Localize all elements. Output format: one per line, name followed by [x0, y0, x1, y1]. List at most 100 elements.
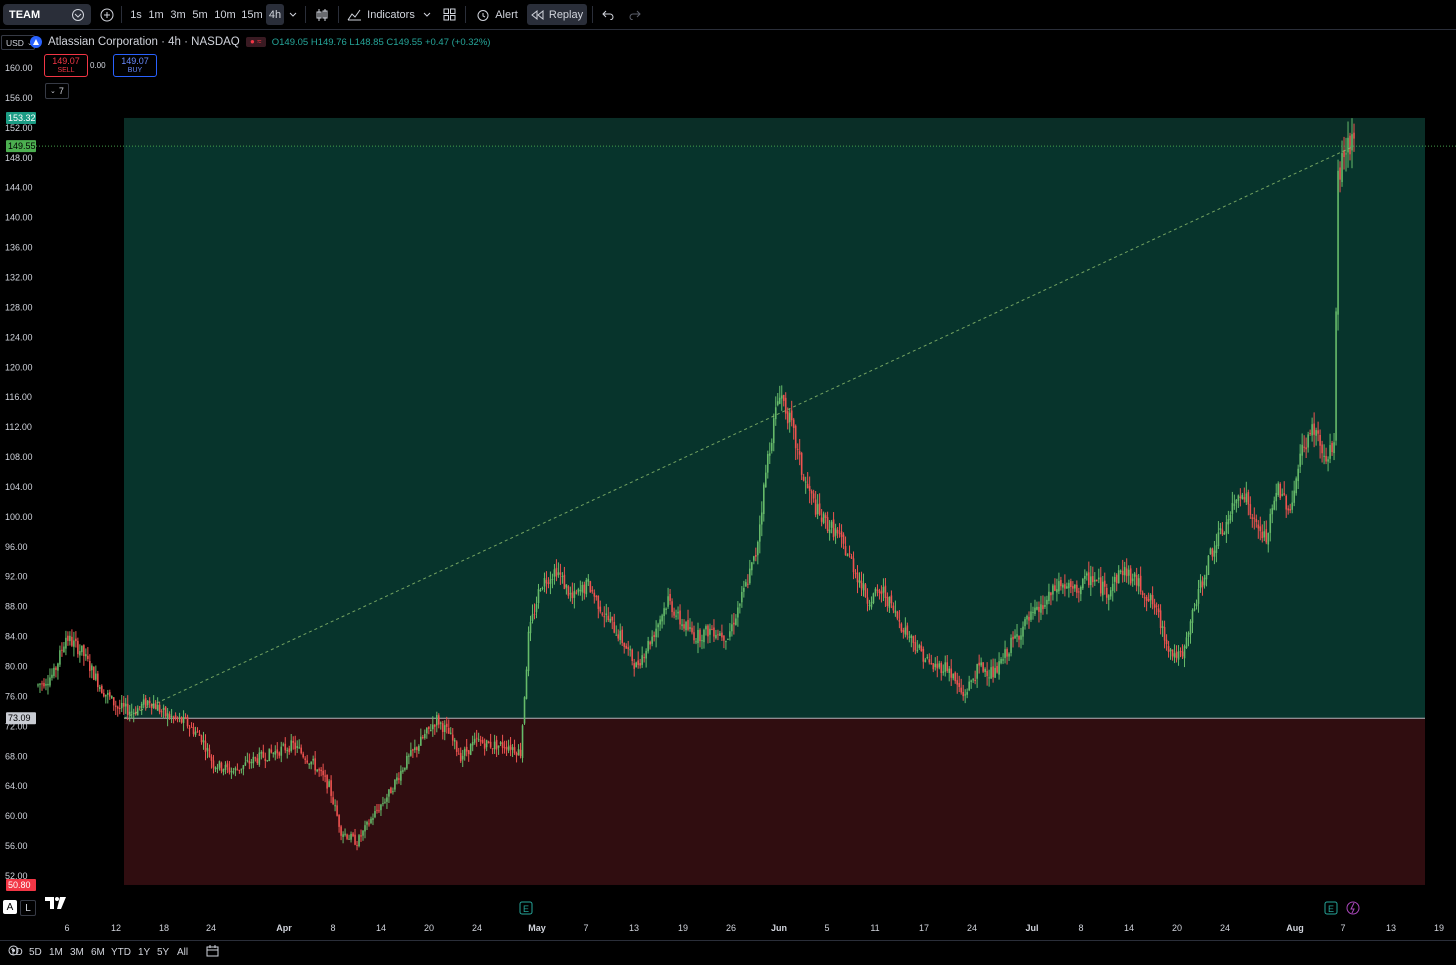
redo-icon[interactable] — [626, 4, 644, 25]
candle-body — [1223, 533, 1226, 535]
auto-scale-button[interactable]: A — [3, 900, 17, 914]
replay-button[interactable]: Replay — [527, 4, 587, 25]
candle-body — [99, 687, 101, 689]
interval-15m[interactable]: 15m — [240, 4, 264, 25]
candle-body — [144, 698, 147, 707]
layouts-icon[interactable] — [440, 4, 458, 25]
candle-body — [422, 737, 424, 739]
candles-icon[interactable] — [313, 4, 331, 25]
chevron-down-icon[interactable] — [286, 4, 300, 25]
add-symbol-icon[interactable] — [97, 4, 117, 25]
candle-body — [557, 572, 560, 576]
range-1m[interactable]: 1M — [49, 947, 63, 958]
interval-4h[interactable]: 4h — [266, 4, 284, 25]
candle-body — [356, 844, 358, 846]
indicators-collapse-button[interactable]: ⌄ 7 — [45, 83, 69, 99]
candle-body — [882, 586, 885, 593]
candle-body — [172, 716, 175, 718]
candle-body — [481, 739, 484, 744]
log-scale-button[interactable]: L — [20, 900, 36, 916]
y-tick-label: 76.00 — [5, 691, 28, 701]
candle-body — [126, 703, 129, 716]
candle-body — [766, 454, 769, 473]
candle-body — [206, 747, 209, 751]
interval-5m[interactable]: 5m — [190, 4, 210, 25]
candle-body — [878, 590, 881, 594]
candle-body — [270, 749, 273, 753]
candle-body — [376, 809, 378, 811]
range-5y[interactable]: 5Y — [157, 947, 169, 958]
candle-body — [743, 587, 745, 592]
candle-body — [653, 635, 655, 637]
candle-body — [41, 683, 43, 685]
candle-body — [1076, 584, 1078, 593]
candle-body — [118, 707, 121, 709]
sell-button[interactable]: 149.07 SELL — [44, 54, 88, 77]
candle-body — [946, 662, 949, 672]
candle-body — [615, 634, 618, 636]
candle-body — [1141, 592, 1144, 596]
candle-body — [1225, 521, 1228, 534]
x-tick-label: 11 — [870, 923, 879, 933]
candle-body — [479, 740, 482, 742]
candle-body — [850, 556, 853, 559]
candle-body — [220, 762, 223, 771]
chevron-down-icon[interactable] — [421, 4, 433, 25]
compare-icon[interactable] — [71, 8, 85, 22]
candle-body — [503, 747, 506, 749]
y-axis[interactable]: 160.00 156.00 152.00 148.00 144.00 140.00 136.… — [5, 63, 36, 891]
indicators-icon — [347, 9, 362, 21]
candle-body — [649, 641, 651, 645]
candle-body — [583, 584, 586, 594]
candle-body — [1056, 589, 1058, 593]
interval-10m[interactable]: 10m — [213, 4, 237, 25]
candle-body — [386, 797, 388, 802]
candle-body — [89, 661, 91, 671]
symbol-search[interactable]: TEAM — [3, 4, 91, 25]
candle-body — [866, 597, 869, 604]
range-6m[interactable]: 6M — [91, 947, 105, 958]
range-1y[interactable]: 1Y — [138, 947, 150, 958]
candle-body — [218, 761, 221, 768]
candle-body — [1131, 578, 1134, 582]
candle-body — [639, 663, 641, 666]
candle-body — [1064, 584, 1066, 589]
range-5d[interactable]: 5D — [29, 947, 42, 958]
candle-body — [256, 758, 259, 764]
replay-label: Replay — [548, 8, 584, 21]
candle-body — [61, 649, 63, 651]
candle-body — [254, 757, 257, 759]
range-3m[interactable]: 3M — [70, 947, 84, 958]
candle-body — [73, 640, 75, 647]
buy-button[interactable]: 149.07 BUY — [113, 54, 157, 77]
candle-body — [459, 752, 462, 762]
undo-icon[interactable] — [599, 4, 617, 25]
candle-body — [392, 791, 394, 793]
alert-button[interactable]: Alert — [473, 4, 521, 25]
candle-body — [1159, 610, 1162, 629]
price-chart[interactable]: 160.00156.00152.00148.00144.00140.00136.… — [0, 30, 1456, 940]
range-all[interactable]: All — [177, 947, 188, 958]
calendar-icon[interactable] — [206, 945, 219, 960]
candle-body — [651, 636, 653, 644]
candle-body — [1171, 649, 1174, 657]
interval-1s[interactable]: 1s — [127, 4, 145, 25]
candle-body — [1311, 424, 1313, 436]
range-1d[interactable]: 1D — [10, 947, 23, 958]
candle-body — [336, 805, 338, 816]
candle-body — [334, 805, 336, 807]
candle-body — [643, 657, 645, 659]
candle-body — [49, 677, 51, 686]
interval-3m[interactable]: 3m — [168, 4, 188, 25]
candle-body — [473, 738, 476, 743]
indicators-button[interactable]: Indicators — [346, 4, 416, 25]
candle-body — [146, 700, 149, 706]
x-axis[interactable]: 6 12 18 24 Apr 8 14 20 24 May 7 13 19 26 Jun 5 11 17 24 Jul… — [64, 901, 1444, 933]
candle-body — [1243, 497, 1246, 500]
range-ytd[interactable]: YTD — [111, 947, 131, 958]
x-tick-label: 20 — [424, 923, 434, 933]
interval-1m[interactable]: 1m — [147, 4, 165, 25]
candle-body — [645, 650, 647, 659]
candle-body — [400, 770, 402, 781]
earnings-icon-letter: E — [523, 904, 529, 914]
